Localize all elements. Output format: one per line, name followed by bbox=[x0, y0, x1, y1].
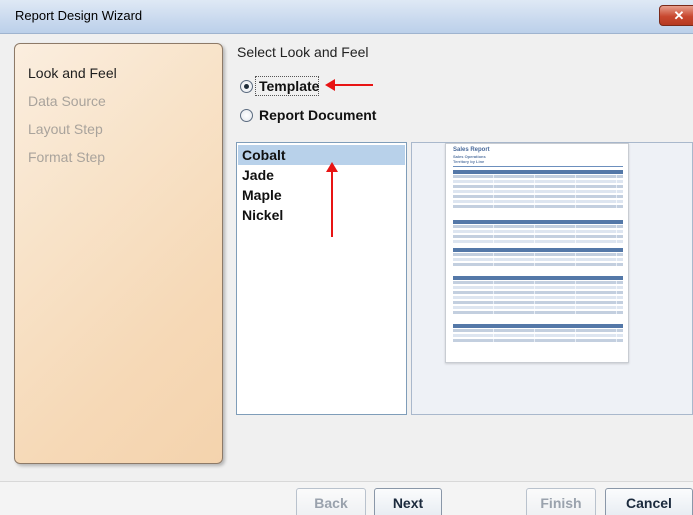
step-format: Format Step bbox=[28, 149, 106, 165]
wizard-steps-panel: Look and Feel Data Source Layout Step Fo… bbox=[14, 43, 223, 464]
list-item-maple[interactable]: Maple bbox=[238, 185, 405, 205]
back-button[interactable]: Back bbox=[296, 488, 366, 515]
preview-table-row bbox=[453, 195, 623, 198]
list-item-cobalt[interactable]: Cobalt bbox=[238, 145, 405, 165]
preview-table-row bbox=[453, 286, 623, 289]
template-list[interactable]: Cobalt Jade Maple Nickel bbox=[236, 142, 407, 415]
preview-table-row bbox=[453, 311, 623, 314]
preview-table-row bbox=[453, 281, 623, 284]
preview-table-row bbox=[453, 339, 623, 342]
step-look-and-feel: Look and Feel bbox=[28, 65, 117, 81]
preview-table-row bbox=[453, 205, 623, 208]
template-option-label[interactable]: Template bbox=[259, 78, 319, 94]
finish-button[interactable]: Finish bbox=[526, 488, 596, 515]
preview-table-header bbox=[453, 276, 623, 280]
preview-table-row bbox=[453, 175, 623, 178]
report-document-option-label[interactable]: Report Document bbox=[259, 107, 376, 123]
preview-title: Sales Report bbox=[453, 147, 490, 153]
preview-table-header bbox=[453, 324, 623, 328]
preview-table-row bbox=[453, 291, 623, 294]
next-button[interactable]: Next bbox=[374, 488, 442, 515]
list-item-jade[interactable]: Jade bbox=[238, 165, 405, 185]
step-layout: Layout Step bbox=[28, 121, 103, 137]
preview-table-header bbox=[453, 248, 623, 252]
preview-table-row bbox=[453, 296, 623, 299]
preview-table-row bbox=[453, 263, 623, 266]
close-button[interactable]: ✕ bbox=[659, 5, 693, 26]
title-bar: Report Design Wizard ✕ bbox=[0, 0, 693, 34]
preview-table-header bbox=[453, 220, 623, 224]
report-document-radio[interactable] bbox=[240, 109, 253, 122]
annotation-arrow-template bbox=[325, 79, 373, 91]
preview-table-row bbox=[453, 240, 623, 243]
preview-table-row bbox=[453, 190, 623, 193]
preview-table-row bbox=[453, 225, 623, 228]
step-data-source: Data Source bbox=[28, 93, 106, 109]
preview-table-row bbox=[453, 235, 623, 238]
preview-table-row bbox=[453, 301, 623, 304]
preview-table-row bbox=[453, 306, 623, 309]
preview-table-row bbox=[453, 253, 623, 256]
preview-table-row bbox=[453, 334, 623, 337]
report-preview-thumbnail: Sales Report Sales Operations Territory … bbox=[445, 143, 629, 363]
close-icon: ✕ bbox=[673, 8, 685, 23]
preview-subtitle-2: Territory by Line bbox=[453, 159, 485, 164]
preview-table-row bbox=[453, 258, 623, 261]
preview-table-row bbox=[453, 180, 623, 183]
section-label: Select Look and Feel bbox=[237, 44, 369, 60]
preview-divider bbox=[453, 166, 623, 167]
preview-pane: Sales Report Sales Operations Territory … bbox=[411, 142, 693, 415]
preview-table-row bbox=[453, 200, 623, 203]
cancel-button[interactable]: Cancel bbox=[605, 488, 693, 515]
annotation-arrow-cobalt bbox=[326, 162, 338, 237]
preview-table-row bbox=[453, 230, 623, 233]
window-title: Report Design Wizard bbox=[15, 8, 143, 23]
list-item-nickel[interactable]: Nickel bbox=[238, 205, 405, 225]
preview-table-row bbox=[453, 329, 623, 332]
preview-table-header bbox=[453, 170, 623, 174]
template-radio[interactable] bbox=[240, 80, 253, 93]
preview-table-row bbox=[453, 185, 623, 188]
